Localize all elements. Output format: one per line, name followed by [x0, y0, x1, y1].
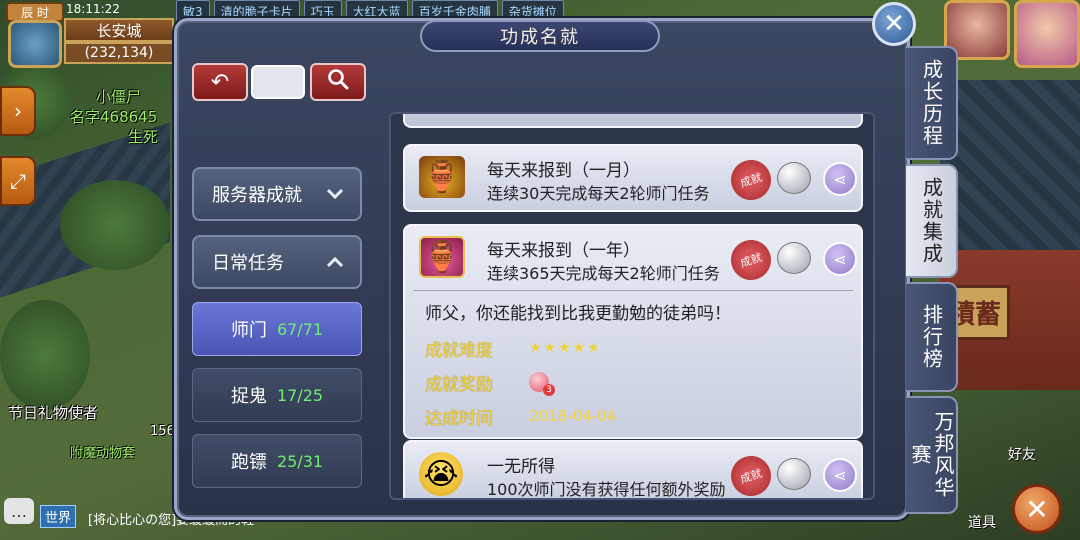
npc-pet-label[interactable]: 附魔动物套	[70, 442, 135, 461]
completed-seal-icon: 成就	[725, 450, 777, 498]
urn-pink-icon: 🏺	[419, 236, 465, 278]
back-button[interactable]: ↶	[192, 63, 248, 101]
tree	[60, 180, 170, 270]
completed-seal-icon: 成就	[725, 154, 777, 206]
chevron-down-icon	[326, 184, 344, 205]
difficulty-label: 成就难度	[425, 340, 493, 361]
achievement-card[interactable]: 🏺 每天来报到（一月） 连续30天完成每天2轮师门任务 成就 ⋖	[403, 144, 863, 212]
subcategory-count: 25/31	[276, 451, 324, 471]
game-time-badge: 辰 时	[6, 2, 64, 22]
completed-seal-icon: 成就	[725, 234, 777, 286]
close-menu-icon[interactable]: ✕	[1012, 484, 1062, 534]
tab-label: 万邦风华赛	[908, 411, 955, 499]
player-avatar[interactable]	[1014, 0, 1080, 68]
npc-label[interactable]: 生死	[128, 126, 158, 147]
category-daily-tasks[interactable]: 日常任务	[192, 235, 362, 289]
achievement-title: 每天来报到（一月）	[487, 161, 640, 181]
achievement-card[interactable]: 😭 一无所得 100次师门没有获得任何额外奖励 成就 ⋖	[403, 440, 863, 499]
difficulty-stars: ★★★★★	[529, 340, 602, 356]
back-arrow-icon: ↶	[210, 69, 230, 95]
tree	[0, 300, 90, 410]
peach-reward-icon[interactable]: 3	[529, 372, 555, 396]
npc-label[interactable]: 名字468645	[70, 106, 157, 127]
achieved-date: 2018-04-04	[529, 407, 617, 425]
subcategory-label: 捉鬼	[230, 386, 267, 407]
chevron-up-icon	[326, 252, 344, 273]
tab-label: 成长历程	[919, 59, 944, 147]
category-label: 日常任务	[212, 253, 284, 274]
npc-label[interactable]: 小僵尸	[96, 86, 141, 107]
achievement-list[interactable]: 🏺 每天来报到（一月） 连续30天完成每天2轮师门任务 成就 ⋖ 🏺 每天来报到…	[389, 112, 875, 500]
pearl-icon	[777, 458, 811, 490]
pearl-icon	[777, 162, 811, 194]
game-clock: 18:11:22	[66, 2, 120, 16]
subcategory-label: 师门	[230, 320, 267, 341]
tab-leaderboard[interactable]: 排行榜	[906, 282, 958, 392]
search-input[interactable]	[251, 65, 305, 99]
map-coordinates: (232,134)	[64, 42, 174, 64]
search-icon	[327, 68, 349, 96]
minimap-button[interactable]	[8, 20, 62, 68]
items-button-label[interactable]: 道具	[968, 512, 996, 532]
subcategory-paobiao[interactable]: 跑镖 25/31	[192, 434, 362, 488]
fullscreen-icon[interactable]: ⤢	[0, 156, 36, 206]
subcategory-count: 67/71	[276, 319, 324, 339]
expand-arrow-icon[interactable]: ›	[0, 86, 36, 136]
subcategory-count: 17/25	[276, 385, 324, 405]
share-icon[interactable]: ⋖	[823, 242, 857, 276]
reward-label: 成就奖励	[425, 374, 493, 395]
chat-channel-world[interactable]: 世界	[40, 505, 77, 528]
subcategory-shimen[interactable]: 师门 67/71	[192, 302, 362, 356]
subcategory-zhuogui[interactable]: 捉鬼 17/25	[192, 368, 362, 422]
achievement-desc: 100次师门没有获得任何额外奖励	[487, 480, 726, 499]
list-item-partial	[403, 114, 863, 128]
close-dialog-button[interactable]: ✕	[872, 2, 916, 46]
tab-wanbang-contest[interactable]: 万邦风华赛	[906, 396, 958, 514]
reward-count: 3	[543, 384, 555, 396]
tab-achievement-collection[interactable]: 成就集成	[906, 164, 958, 278]
achievement-title: 一无所得	[487, 457, 555, 477]
map-name[interactable]: 长安城	[64, 18, 174, 42]
crying-face-icon: 😭	[419, 452, 463, 496]
npc-number-label[interactable]: 156	[150, 424, 175, 439]
date-label: 达成时间	[425, 408, 493, 429]
friend-button-label[interactable]: 好友	[1008, 444, 1036, 464]
share-icon[interactable]: ⋖	[823, 458, 857, 492]
subcategory-label: 跑镖	[230, 452, 267, 473]
search-button[interactable]	[310, 63, 366, 101]
category-server-achievements[interactable]: 服务器成就	[192, 167, 362, 221]
category-label: 服务器成就	[212, 185, 302, 206]
tab-label: 成就集成	[919, 177, 944, 265]
share-icon[interactable]: ⋖	[823, 162, 857, 196]
achievement-quote: 师父，你还能找到比我更勤勉的徒弟吗！	[425, 304, 731, 324]
urn-icon: 🏺	[419, 156, 465, 198]
npc-gift-label[interactable]: 节日礼物使者	[8, 402, 98, 423]
achievement-desc: 连续365天完成每天2轮师门任务	[487, 264, 720, 283]
chat-bubble-icon[interactable]: …	[4, 498, 34, 524]
achievement-card-expanded[interactable]: 🏺 每天来报到（一年） 连续365天完成每天2轮师门任务 成就 ⋖ 师父，你还能…	[403, 224, 863, 439]
tab-growth-history[interactable]: 成长历程	[906, 46, 958, 160]
achievement-desc: 连续30天完成每天2轮师门任务	[487, 184, 710, 203]
chat-bar[interactable]: … 世界 [将心比心の您]要缓缓而的鞋	[0, 496, 254, 540]
tab-label: 排行榜	[919, 304, 944, 370]
achievement-title: 每天来报到（一年）	[487, 241, 640, 261]
dialog-title: 功成名就	[420, 20, 660, 52]
pearl-icon	[777, 242, 811, 274]
